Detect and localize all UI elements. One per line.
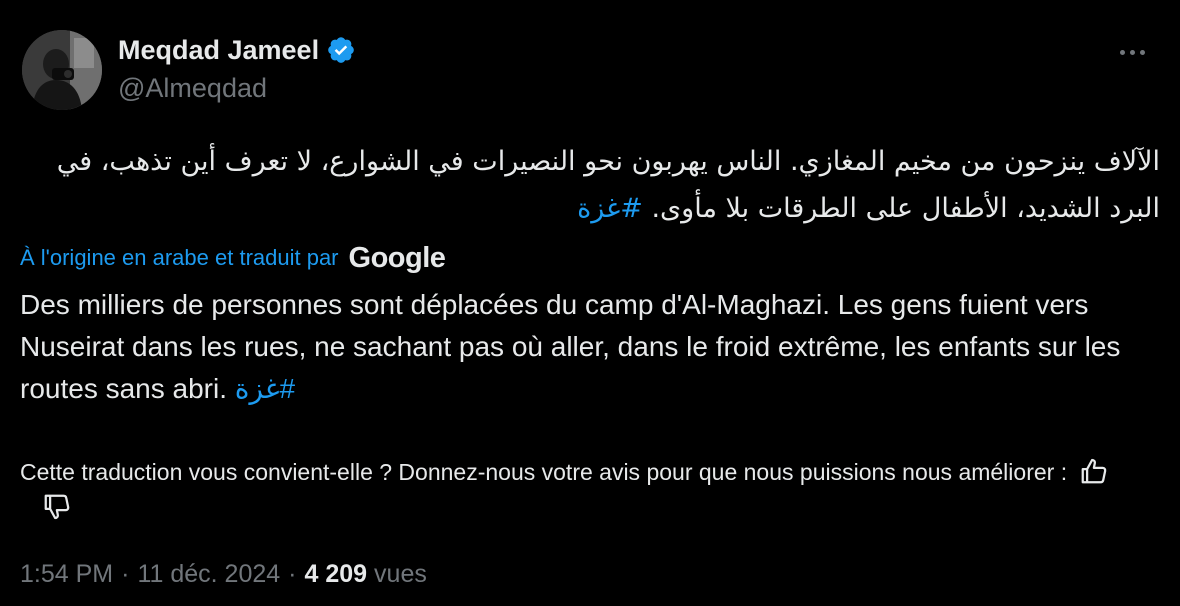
- meta-separator: ·: [121, 559, 130, 588]
- tweet-date[interactable]: 11 déc. 2024: [137, 560, 280, 589]
- feedback-prompt: Cette traduction vous convient-elle ? Do…: [20, 459, 1068, 485]
- views-count: 4 209: [304, 559, 368, 588]
- tweet-time[interactable]: 1:54 PM: [20, 560, 113, 589]
- tweet-translated-text: Des milliers de personnes sont déplacées…: [20, 284, 1140, 410]
- author-handle[interactable]: @Almeqdad: [118, 73, 267, 104]
- original-hashtag-link[interactable]: #غزة: [577, 193, 643, 224]
- thumbs-down-icon[interactable]: [42, 492, 72, 522]
- more-options-icon[interactable]: [1112, 40, 1152, 64]
- tweet-original-text: الآلاف ينزحون من مخيم المغازي. الناس يهر…: [20, 138, 1160, 232]
- translated-text-body: Des milliers de personnes sont déplacées…: [20, 289, 1121, 404]
- verified-badge-icon[interactable]: [326, 35, 356, 65]
- thumbs-up-icon[interactable]: [1079, 456, 1109, 486]
- avatar-photo: [22, 30, 102, 110]
- author-display-name[interactable]: Meqdad Jameel: [118, 35, 319, 66]
- translation-attribution-link[interactable]: À l'origine en arabe et traduit par: [20, 245, 339, 271]
- google-logo: Google: [348, 241, 446, 274]
- avatar[interactable]: [22, 30, 102, 110]
- translated-hashtag-link[interactable]: #غزة: [235, 373, 295, 404]
- meta-separator: ·: [288, 559, 297, 588]
- author-name-row: Meqdad Jameel: [118, 33, 356, 67]
- translation-attribution: À l'origine en arabe et traduit par Goog…: [20, 240, 446, 276]
- translation-feedback: Cette traduction vous convient-elle ? Do…: [20, 454, 1150, 526]
- tweet-meta: 1:54 PM · 11 déc. 2024 · 4 209 vues: [20, 556, 427, 592]
- views-label: vues: [374, 559, 427, 588]
- tweet-detail: Meqdad Jameel @Almeqdad الآلاف ينزحون من…: [0, 0, 1180, 606]
